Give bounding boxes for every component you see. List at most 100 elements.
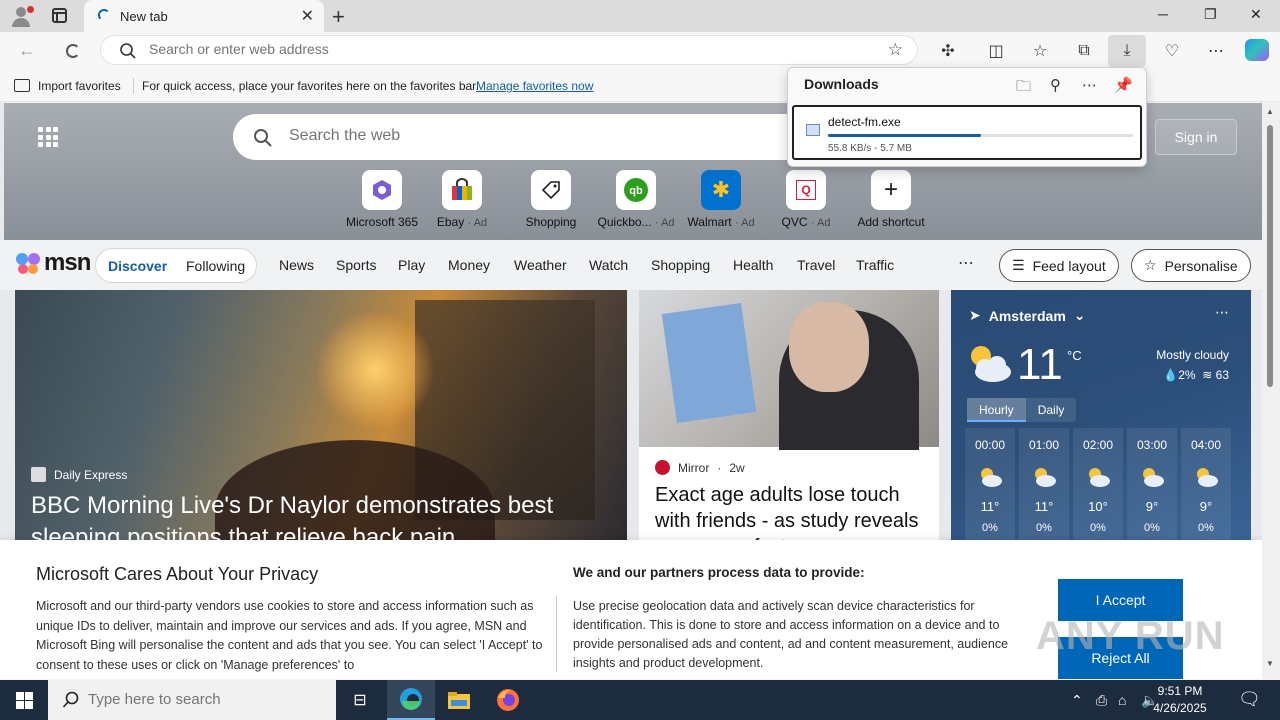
partly-cloudy-night-icon [1197,468,1218,487]
address-input[interactable] [149,41,849,57]
task-view-icon[interactable]: ⊟ [336,680,384,720]
story-card[interactable]: Mirror · 2w Exact age adults lose touch … [639,290,939,550]
feed-layout-button[interactable]: ☰ Feed layout [999,249,1119,282]
nav-link-news[interactable]: News [279,257,314,273]
more-options-icon[interactable]: ⋯ [1082,76,1097,94]
msn-logo[interactable]: msn [16,249,91,277]
nav-link-shopping[interactable]: Shopping [651,257,710,273]
hour-item[interactable]: 00:00 11° 0% [965,428,1015,548]
shortcut-shopping[interactable]: Shopping [506,170,596,229]
quickbooks-icon: qb [616,170,656,210]
taskbar: ⊟ ⌃ ⎙ ⌂ 🔈 9:51 PM 4/26/2025 🗨 [0,680,1280,720]
taskbar-search-input[interactable] [88,691,318,708]
system-clock[interactable]: 9:51 PM 4/26/2025 [1140,683,1220,717]
windows-start-icon[interactable] [16,692,33,709]
weather-card[interactable]: ➤ Amsterdam ⌄ ⋯ 11 °C Mostly cloudy 💧2% … [951,290,1251,550]
shortcut-quickbooks[interactable]: qb Quickbo... · Ad [591,170,681,229]
temperature-unit[interactable]: °C [1067,348,1082,363]
import-favorites-button[interactable]: Import favorites [38,79,121,93]
hour-item[interactable]: 04:00 9° 0% [1181,428,1231,548]
nav-link-travel[interactable]: Travel [797,257,835,273]
web-search-input[interactable] [289,127,789,145]
notification-icon[interactable]: 🗨 [1238,689,1261,710]
tag-icon [531,170,571,210]
privacy-title: Microsoft Cares About Your Privacy [36,564,319,584]
personalise-button[interactable]: ☆ Personalise [1131,249,1251,282]
weather-location[interactable]: ➤ Amsterdam ⌄ [969,307,1086,324]
sign-in-button[interactable]: Sign in [1155,119,1237,155]
tab-following[interactable]: Following [186,258,245,274]
nav-link-money[interactable]: Money [448,257,490,273]
shortcut-ebay[interactable]: Ebay · Ad [417,170,507,229]
partly-cloudy-night-icon [1035,468,1056,487]
download-item[interactable]: detect-fm.exe 55.8 KB/s - 5.7 MB [792,105,1142,160]
ad-badge: · Ad [735,217,755,229]
firefox-icon[interactable] [484,680,532,720]
tab-actions-icon[interactable] [52,8,67,23]
close-window-button[interactable]: ✕ [1250,6,1262,23]
profile-icon[interactable] [8,4,34,28]
nav-link-health[interactable]: Health [733,257,773,273]
hour-temp: 10° [1088,499,1108,514]
restore-button[interactable]: ❐ [1204,6,1217,23]
search-icon[interactable]: ⚲ [1050,76,1061,94]
anyrun-watermark: ANY RUN [1036,614,1225,658]
vertical-scrollbar[interactable]: ▲ ▼ [1262,103,1280,679]
nav-link-watch[interactable]: Watch [589,257,628,273]
tab-daily[interactable]: Daily [1026,398,1077,422]
clock-date: 4/26/2025 [1153,701,1207,715]
folder-icon[interactable]: 🗀 [1016,76,1031,101]
tab-title: New tab [120,9,168,24]
nav-link-traffic[interactable]: Traffic [856,257,894,273]
nav-link-sports[interactable]: Sports [336,257,376,273]
file-explorer-icon[interactable] [435,680,483,720]
web-search-box[interactable] [233,114,853,160]
minimize-button[interactable]: ─ [1158,6,1168,22]
shortcut-walmart[interactable]: ✱ Walmart · Ad [676,170,766,229]
weather-more-icon[interactable]: ⋯ [1215,304,1229,321]
tab-discover[interactable]: Discover [108,258,167,274]
droplet-icon: 💧 [1163,368,1179,382]
hour-item[interactable]: 03:00 9° 0% [1127,428,1177,548]
stop-loading-icon[interactable] [66,44,80,58]
nav-link-weather[interactable]: Weather [514,257,567,273]
add-shortcut-button[interactable]: + Add shortcut [846,170,936,229]
chevron-up-icon[interactable]: ⌃ [1071,692,1083,709]
extensions-icon[interactable]: ✣ [937,40,959,62]
edge-taskbar-icon[interactable] [387,680,435,720]
back-button[interactable]: ← [18,40,36,61]
address-bar[interactable]: ☆ [100,35,918,65]
partly-cloudy-night-icon [981,468,1002,487]
hour-item[interactable]: 02:00 10° 0% [1073,428,1123,548]
shortcut-microsoft-365[interactable]: Microsoft 365 [337,170,427,229]
more-nav-icon[interactable]: ⋯ [958,253,974,273]
shortcut-qvc[interactable]: Q QVC · Ad [761,170,851,229]
collections-icon[interactable]: ⧉ [1073,40,1095,62]
network-icon[interactable]: ⌂ [1118,692,1126,708]
divider [556,596,557,672]
partly-cloudy-icon [971,346,1011,382]
hour-item[interactable]: 01:00 11° 0% [1019,428,1069,548]
browser-essentials-icon[interactable]: ♡ [1161,40,1183,62]
copilot-icon[interactable] [1245,39,1269,61]
new-tab-button[interactable]: + [332,4,345,30]
close-tab-icon[interactable]: ✕ [301,6,314,26]
device-icon[interactable]: ⎙ [1096,692,1107,709]
downloads-button[interactable]: ⤓ [1108,35,1146,67]
nav-link-play[interactable]: Play [398,257,425,273]
tab-hourly[interactable]: Hourly [967,398,1026,422]
scroll-thumb[interactable] [1267,125,1273,387]
settings-more-icon[interactable]: ⋯ [1205,40,1227,62]
app-launcher-icon[interactable] [38,127,58,147]
favorites-icon[interactable]: ☆ [1029,40,1051,62]
scroll-down-icon[interactable]: ▼ [1266,659,1274,668]
favorite-star-icon[interactable]: ☆ [888,40,903,60]
pin-icon[interactable]: 📌 [1114,76,1133,94]
top-story-card[interactable]: Daily Express BBC Morning Live's Dr Nayl… [15,290,627,550]
scroll-up-icon[interactable]: ▲ [1266,107,1274,116]
hour-temp: 9° [1145,499,1159,514]
manage-favorites-link[interactable]: Manage favorites now [476,79,593,93]
split-screen-icon[interactable]: ◫ [985,40,1007,62]
tab-new-tab[interactable]: New tab ✕ [84,0,324,32]
taskbar-search[interactable] [48,680,336,720]
